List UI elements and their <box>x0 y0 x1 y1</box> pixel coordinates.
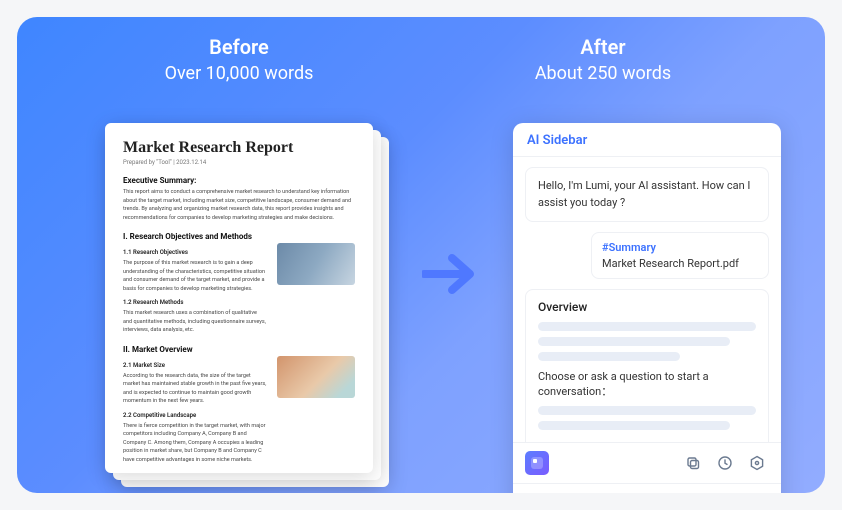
section-2-2-body: There is fierce competition in the targe… <box>123 422 267 465</box>
doc-title: Market Research Report <box>123 139 355 157</box>
summary-filename: Market Research Report.pdf <box>602 257 758 270</box>
section-1-heading: I. Research Objectives and Methods <box>123 232 355 241</box>
section-2-1-sub: 2.1 Market Size <box>123 362 267 369</box>
settings-button[interactable] <box>745 451 769 475</box>
section-1-2-sub: 1.2 Research Methods <box>123 299 267 306</box>
before-column-header: Before Over 10,000 words <box>79 35 399 84</box>
section-2-heading: II. Market Overview <box>123 345 355 354</box>
doc-image-office <box>277 243 355 285</box>
conversation-prompt: Choose or ask a question to start a conv… <box>538 369 756 400</box>
before-title: Before <box>79 35 399 59</box>
after-title: After <box>443 35 763 59</box>
overview-skeleton-line <box>538 322 756 331</box>
before-subtitle: Over 10,000 words <box>79 63 399 84</box>
overview-label: Overview <box>538 300 756 314</box>
ai-sidebar-body: Hello, I'm Lumi, your AI assistant. How … <box>513 157 781 442</box>
ai-apps-button[interactable] <box>525 451 549 475</box>
sparkle-icon <box>530 456 544 470</box>
before-document-stack: Market Research Report Prepared by "Tool… <box>105 123 373 473</box>
section-2-2-sub: 2.2 Competitive Landscape <box>123 412 267 419</box>
overview-skeleton-line <box>538 406 756 415</box>
section-2-1-body: According to the research data, the size… <box>123 372 267 406</box>
comparison-stage: Before Over 10,000 words After About 250… <box>17 17 825 493</box>
section-1-1-sub: 1.1 Research Objectives <box>123 249 267 256</box>
ai-action-row <box>513 442 781 483</box>
after-column-header: After About 250 words <box>443 35 763 84</box>
gear-icon <box>749 455 765 471</box>
copy-icon <box>685 455 701 471</box>
exec-summary-heading: Executive Summary: <box>123 176 355 185</box>
overview-skeleton-line <box>538 352 680 361</box>
clock-icon <box>717 455 733 471</box>
summary-tag: #Summary <box>602 241 758 254</box>
section-1-2-body: This market research uses a combination … <box>123 309 267 335</box>
overview-card: Overview Choose or ask a question to sta… <box>525 289 769 442</box>
doc-front-page: Market Research Report Prepared by "Tool… <box>105 123 373 473</box>
overview-skeleton-line <box>538 421 730 430</box>
after-subtitle: About 250 words <box>443 63 763 84</box>
arrow-icon <box>422 252 482 296</box>
summary-attachment-card[interactable]: #Summary Market Research Report.pdf <box>591 232 769 279</box>
doc-image-laptop <box>277 356 355 398</box>
doc-meta: Prepared by "Tool" | 2023.12.14 <box>123 159 355 166</box>
ai-input-row <box>513 483 781 493</box>
exec-summary-body: This report aims to conduct a comprehens… <box>123 188 355 222</box>
assistant-greeting: Hello, I'm Lumi, your AI assistant. How … <box>525 167 769 222</box>
copy-button[interactable] <box>681 451 705 475</box>
ai-sidebar-panel: AI Sidebar Hello, I'm Lumi, your AI assi… <box>513 123 781 493</box>
section-1-1-body: The purpose of this market research is t… <box>123 259 267 293</box>
ai-sidebar-title: AI Sidebar <box>513 123 781 157</box>
history-button[interactable] <box>713 451 737 475</box>
overview-skeleton-line <box>538 337 730 346</box>
